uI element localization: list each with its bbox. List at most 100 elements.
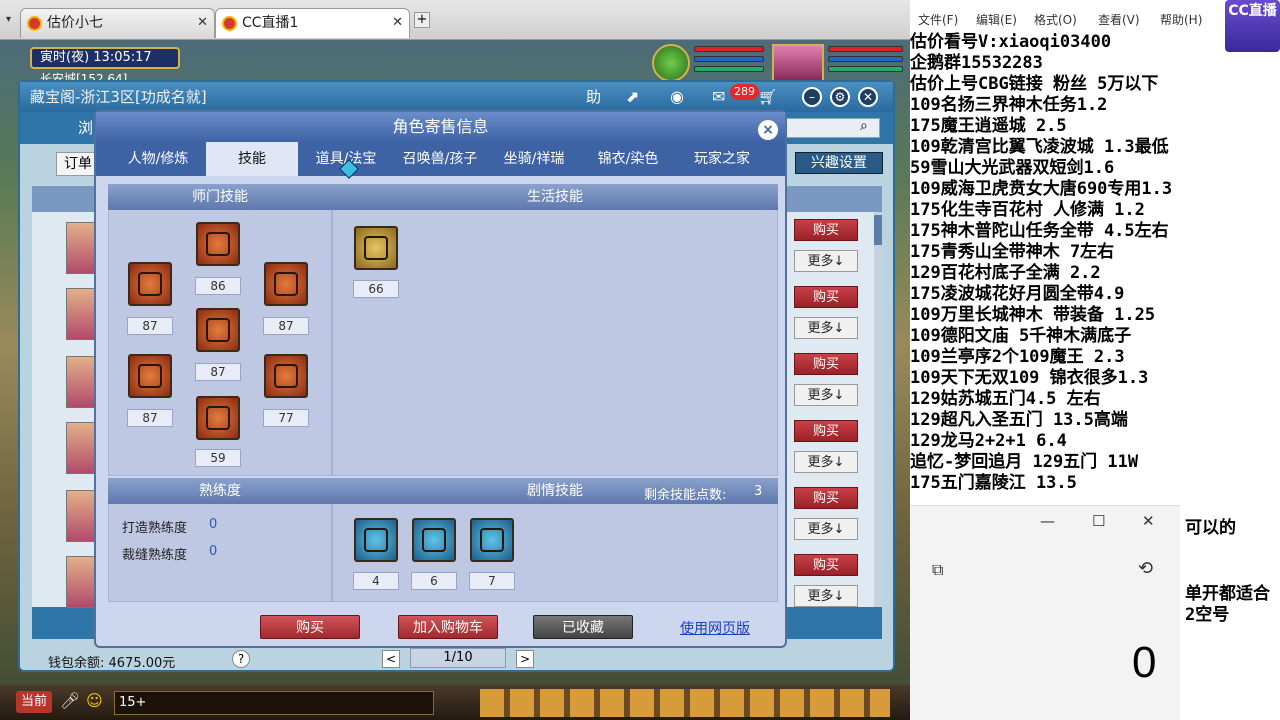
browser-tab-bar: ▾ 估价小七 ✕ CC直播1 ✕ + [0, 0, 910, 40]
listing-portrait[interactable] [66, 356, 96, 408]
listing-buy-button[interactable]: 购买 [794, 353, 858, 375]
stop-icon[interactable]: ◉ [670, 82, 684, 112]
chat-icon[interactable]: ✉ [712, 82, 725, 112]
new-tab-button[interactable]: + [414, 12, 430, 28]
shop-titlebar: 藏宝阁-浙江3区[功成名就] 助 ⬈ ◉ ✉ 289 🛒︎ – ⚙ ✕ [20, 82, 893, 112]
settings-icon[interactable]: ⚙ [830, 87, 850, 107]
skill-icon[interactable] [264, 262, 308, 306]
story-skill-icon[interactable] [354, 518, 398, 562]
tab-outfits[interactable]: 锦衣/染色 [582, 142, 674, 176]
menu-edit[interactable]: 编辑(E) [976, 11, 1017, 28]
emote-icon[interactable]: ☺ [86, 691, 103, 710]
listing-buy-button[interactable]: 购买 [794, 554, 858, 576]
wallet-balance: 钱包余额: 4675.00元 [48, 656, 176, 671]
listing-portrait[interactable] [66, 288, 96, 340]
cart-icon[interactable]: 🛒︎ [758, 82, 777, 112]
listing-more-button[interactable]: 更多↓ [794, 518, 858, 540]
story-skill-icon[interactable] [412, 518, 456, 562]
life-skills-panel [332, 184, 778, 476]
calculator-display: 0 [1132, 638, 1157, 687]
close-icon[interactable]: ✕ [1142, 512, 1155, 530]
help-button[interactable]: 助 [586, 82, 601, 112]
skill-icon[interactable] [128, 262, 172, 306]
close-tab-icon[interactable]: ✕ [392, 9, 403, 37]
browser-tab-cc[interactable]: CC直播1 ✕ [215, 8, 410, 38]
tab-list-dropdown-icon[interactable]: ▾ [6, 14, 18, 26]
listing-portrait[interactable] [66, 222, 96, 274]
story-skill-icon[interactable] [470, 518, 514, 562]
player-avatar[interactable] [772, 44, 824, 82]
scrollbar[interactable] [874, 212, 882, 607]
interest-settings-button[interactable]: 兴趣设置 [795, 152, 883, 174]
life-skill-icon[interactable] [354, 226, 398, 270]
story-skill-level: 7 [469, 572, 515, 590]
note-line: 估价看号V:xiaoqi03400 [910, 32, 1112, 52]
collected-button[interactable]: 已收藏 [533, 615, 633, 639]
chat-input[interactable]: 15+ [114, 691, 434, 715]
menu-format[interactable]: 格式(O) [1034, 11, 1077, 28]
note-line: 129姑苏城五门4.5 左右 [910, 389, 1101, 409]
tab-home[interactable]: 玩家之家 [676, 142, 768, 176]
pet-avatar[interactable] [652, 44, 690, 82]
listing-buy-button[interactable]: 购买 [794, 219, 858, 241]
life-skill-level: 66 [353, 280, 399, 298]
browse-tab[interactable]: 浏 [78, 117, 93, 138]
next-page-button[interactable]: > [516, 650, 534, 668]
scrollbar-thumb[interactable] [874, 215, 882, 245]
dialog-close-button[interactable]: × [758, 120, 778, 140]
browser-tab-label: CC直播1 [242, 15, 299, 31]
listing-more-button[interactable]: 更多↓ [794, 585, 858, 607]
share-icon[interactable]: ⬈ [626, 82, 639, 112]
tab-mounts[interactable]: 坐骑/祥瑞 [488, 142, 580, 176]
listing-buy-button[interactable]: 购买 [794, 420, 858, 442]
listing-buy-button[interactable]: 购买 [794, 286, 858, 308]
skill-icon[interactable] [196, 308, 240, 352]
player-mp-bar [828, 56, 903, 62]
tab-pets[interactable]: 召唤兽/孩子 [394, 142, 486, 176]
game-clock: 寅时(夜) 13:05:17 [30, 47, 180, 69]
dialog-tab-bar: 人物/修炼 技能 道具/法宝 召唤兽/孩子 坐骑/祥瑞 锦衣/染色 玩家之家 [96, 142, 785, 176]
toolbar-icons[interactable] [480, 689, 890, 717]
favicon-icon [27, 16, 42, 31]
tab-skills[interactable]: 技能 [206, 142, 298, 176]
skill-icon[interactable] [196, 222, 240, 266]
minimize-icon[interactable]: – [802, 87, 822, 107]
close-window-icon[interactable]: ✕ [858, 87, 878, 107]
search-icon[interactable]: ⌕ [860, 118, 868, 134]
keep-on-top-icon[interactable]: ⧉ [932, 560, 943, 580]
listing-more-button[interactable]: 更多↓ [794, 384, 858, 406]
listing-more-button[interactable]: 更多↓ [794, 317, 858, 339]
tab-character[interactable]: 人物/修炼 [112, 142, 204, 176]
page-indicator: 1/10 [410, 648, 506, 668]
listing-more-button[interactable]: 更多↓ [794, 250, 858, 272]
close-tab-icon[interactable]: ✕ [197, 9, 208, 37]
note-line: 59雪山大光武器双短剑1.6 [910, 158, 1115, 178]
note-line: 175五门嘉陵江 13.5 [910, 473, 1077, 493]
help-question-icon[interactable]: ? [232, 650, 250, 668]
listing-portrait[interactable] [66, 556, 96, 608]
menu-help[interactable]: 帮助(H) [1160, 11, 1202, 28]
prev-page-button[interactable]: < [382, 650, 400, 668]
add-to-cart-button[interactable]: 加入购物车 [398, 615, 498, 639]
buy-button[interactable]: 购买 [260, 615, 360, 639]
maximize-icon[interactable]: ☐ [1092, 512, 1105, 530]
listing-portrait[interactable] [66, 422, 96, 474]
cc-live-logo: CC直播 [1225, 0, 1280, 52]
proficiency-label: 裁缝熟练度 [122, 548, 188, 563]
listing-buy-button[interactable]: 购买 [794, 487, 858, 509]
web-version-link[interactable]: 使用网页版 [680, 618, 750, 638]
history-icon[interactable]: ⟲ [1138, 558, 1153, 579]
mic-icon[interactable]: 🎤︎ [60, 691, 80, 710]
menu-view[interactable]: 查看(V) [1098, 11, 1140, 28]
browser-tab-guJia[interactable]: 估价小七 ✕ [20, 8, 215, 38]
game-bottom-bar: 当前 🎤︎ ☺ 15+ [0, 685, 910, 720]
skill-icon[interactable] [196, 396, 240, 440]
channel-current-button[interactable]: 当前 [16, 691, 52, 713]
listing-more-button[interactable]: 更多↓ [794, 451, 858, 473]
note-line: 109名扬三界神木任务1.2 [910, 95, 1108, 115]
menu-file[interactable]: 文件(F) [918, 11, 958, 28]
skill-icon[interactable] [264, 354, 308, 398]
skill-icon[interactable] [128, 354, 172, 398]
listing-portrait[interactable] [66, 490, 96, 542]
minimize-icon[interactable]: — [1040, 512, 1055, 530]
